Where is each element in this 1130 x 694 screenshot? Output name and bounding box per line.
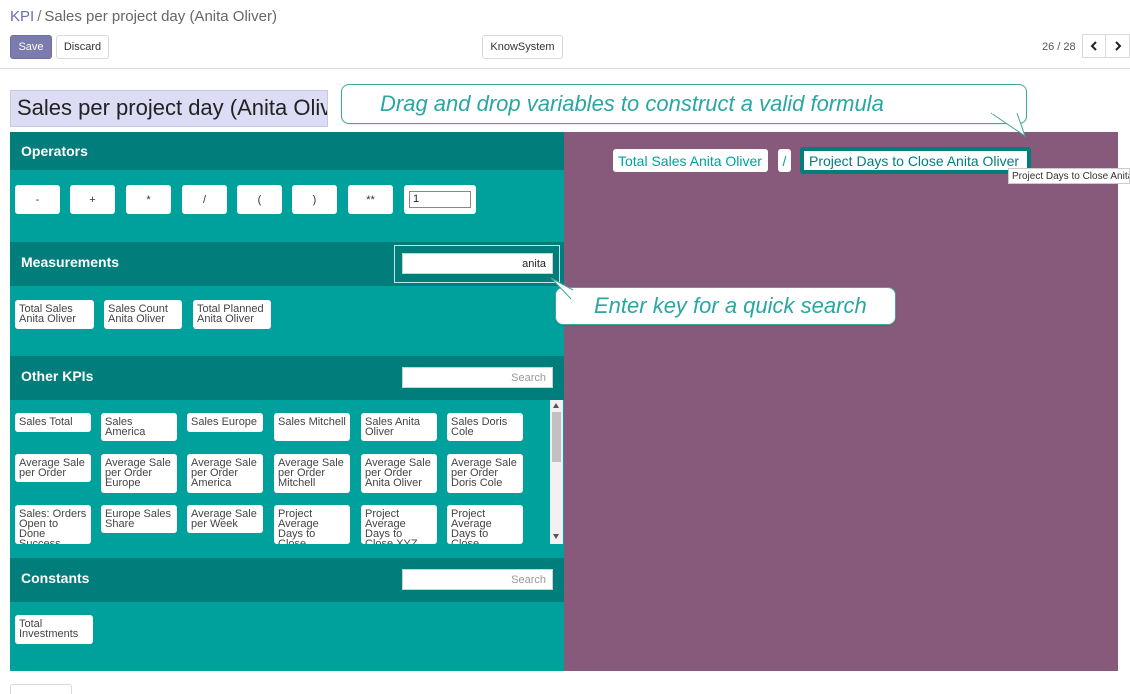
scroll-up-arrow-icon[interactable] [553, 403, 559, 408]
operator-power-button[interactable]: ** [348, 185, 393, 214]
formula-chip-tooltip: Project Days to Close Anita Oliver [1008, 168, 1130, 184]
constants-search-input[interactable]: Search [402, 569, 553, 590]
variables-panel: Operators - + * / ( ) ** 1 Measurements … [10, 132, 564, 671]
discard-button[interactable]: Discard [56, 35, 109, 59]
scroll-down-arrow-icon[interactable] [553, 534, 559, 539]
formula-term-chip-selected[interactable]: Project Days to Close Anita Oliver [800, 147, 1031, 174]
kpi-chip[interactable]: Sales Anita Oliver [361, 413, 437, 441]
kpi-chip[interactable]: Europe Sales Share [101, 505, 177, 533]
operator-close-paren-button[interactable]: ) [292, 185, 337, 214]
pager-next-button[interactable] [1106, 34, 1130, 58]
kpi-title-input[interactable]: Sales per project day (Anita Oliver) [10, 90, 328, 127]
operators-heading: Operators [10, 132, 564, 170]
kpi-chip[interactable]: Sales Mitchell [274, 413, 350, 441]
kpi-chip[interactable]: Average Sale per Order Anita Oliver [361, 454, 437, 493]
kpi-chip[interactable]: Project Average Days to Close XYZ Improv… [361, 505, 437, 544]
kpi-chip[interactable]: Project Average Days to Close [447, 505, 523, 544]
bottom-action-button[interactable] [10, 684, 72, 694]
kpi-chip[interactable]: Project Average Days to Close [274, 505, 350, 544]
formula-panel[interactable] [564, 132, 1118, 671]
operator-multiply-button[interactable]: * [126, 185, 171, 214]
formula-operator-chip[interactable]: / [778, 149, 791, 172]
kpi-chip[interactable]: Sales: Orders Open to Done Success [15, 505, 91, 544]
scroll-thumb[interactable] [552, 412, 561, 462]
operator-divide-button[interactable]: / [182, 185, 227, 214]
kpi-chip[interactable]: Average Sale per Order Mitchell [274, 454, 350, 493]
number-operand-chip: 1 [404, 185, 476, 214]
save-button[interactable]: Save [10, 35, 52, 59]
operator-open-paren-button[interactable]: ( [237, 185, 282, 214]
pager-previous-button[interactable] [1082, 34, 1106, 58]
kpi-chip[interactable]: Average Sale per Week [187, 505, 263, 533]
breadcrumb: KPI / Sales per project day (Anita Oliver) [10, 8, 277, 25]
search-callout-pointer-icon [550, 277, 574, 302]
operator-minus-button[interactable]: - [15, 185, 60, 214]
kpi-chip[interactable]: Average Sale per Order America [187, 454, 263, 493]
pager-counter: 26 / 28 [1042, 41, 1076, 53]
other-kpis-search-input[interactable]: Search [402, 367, 553, 388]
knowsystem-button[interactable]: KnowSystem [482, 35, 563, 59]
measurement-chip[interactable]: Total Planned Anita Oliver [193, 300, 271, 329]
kpi-chip[interactable]: Average Sale per Order Europe [101, 454, 177, 493]
kpi-chip[interactable]: Sales Doris Cole [447, 413, 523, 441]
drag-callout-pointer-icon [990, 112, 1026, 138]
kpi-chip[interactable]: Average Sale per Order Doris Cole [447, 454, 523, 493]
kpi-chip[interactable]: Sales America [101, 413, 177, 441]
other-kpis-scrollbar[interactable] [550, 400, 563, 544]
chevron-right-icon [1114, 41, 1121, 51]
measurement-chip[interactable]: Total Sales Anita Oliver [15, 300, 94, 329]
header-divider [0, 68, 1130, 69]
kpi-chip[interactable]: Sales Total [15, 413, 91, 432]
quick-search-hint-callout: Enter key for a quick search [555, 287, 896, 325]
constant-chip[interactable]: Total Investments [15, 615, 93, 644]
chevron-left-icon [1090, 41, 1097, 51]
breadcrumb-root-link[interactable]: KPI [10, 8, 34, 25]
number-operand-input[interactable]: 1 [409, 191, 471, 208]
breadcrumb-current: Sales per project day (Anita Oliver) [44, 8, 277, 25]
measurements-search-input[interactable]: anita [402, 253, 553, 274]
kpi-chip[interactable]: Average Sale per Order [15, 454, 91, 482]
operator-plus-button[interactable]: + [70, 185, 115, 214]
breadcrumb-separator: / [37, 8, 42, 25]
drag-drop-hint-callout: Drag and drop variables to construct a v… [341, 84, 1027, 124]
measurement-chip[interactable]: Sales Count Anita Oliver [104, 300, 182, 329]
kpi-chip[interactable]: Sales Europe [187, 413, 263, 432]
formula-term-chip[interactable]: Total Sales Anita Oliver [613, 149, 768, 172]
